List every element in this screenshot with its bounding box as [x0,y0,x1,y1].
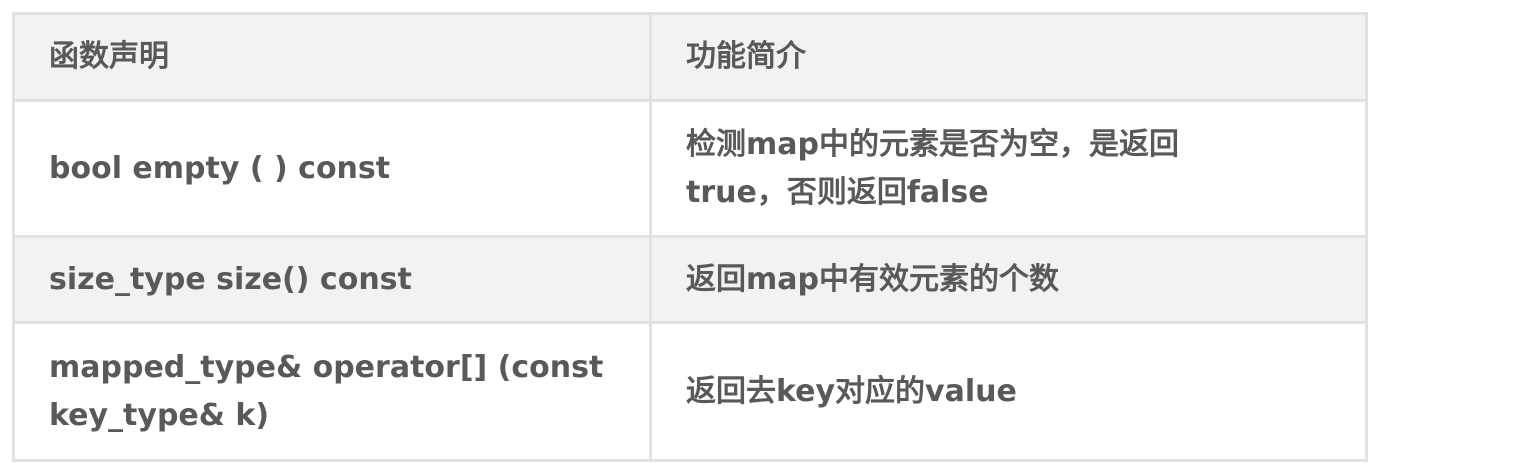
declaration-cell: mapped_type& operator[] (const key_type&… [12,321,652,462]
table-row: mapped_type& operator[] (const key_type&… [12,321,1368,462]
description-cell: 返回去key对应的value [649,321,1368,462]
function-table: 函数声明 功能简介 bool empty ( ) const 检测map中的元素… [12,12,1368,462]
description-cell: 检测map中的元素是否为空，是返回true，否则返回false [649,99,1368,238]
header-declaration: 函数声明 [12,12,652,102]
declaration-cell: bool empty ( ) const [12,99,652,238]
declaration-cell: size_type size() const [12,235,652,324]
table-row: size_type size() const 返回map中有效元素的个数 [12,235,1368,324]
table-row: bool empty ( ) const 检测map中的元素是否为空，是返回tr… [12,99,1368,238]
table-header-row: 函数声明 功能简介 [12,12,1368,102]
description-cell: 返回map中有效元素的个数 [649,235,1368,324]
header-description: 功能简介 [649,12,1368,102]
